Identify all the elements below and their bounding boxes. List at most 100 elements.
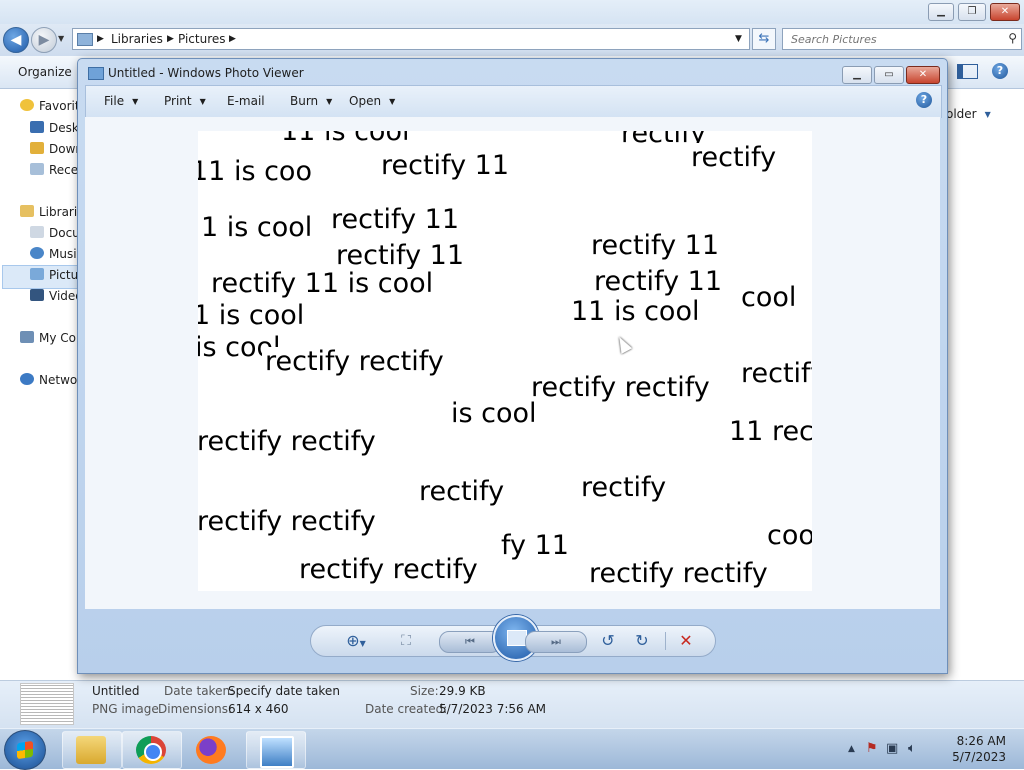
rotate-clockwise-icon[interactable]: ↻: [631, 630, 653, 652]
image-text: rectify 11 is cool: [208, 269, 437, 299]
image-text: rectify rectify: [262, 347, 447, 377]
viewer-menu-bar: File ▼ Print ▼ E-mail Burn ▼ Open ▼ ?: [85, 85, 942, 118]
explorer-title-bar: ▁ ❐ ✕: [0, 0, 1024, 24]
chevron-down-icon: ▼: [132, 97, 139, 106]
chrome-icon: [136, 736, 166, 764]
previous-button[interactable]: ⏮: [439, 631, 501, 653]
start-button[interactable]: [4, 730, 46, 770]
show-hidden-icons-icon[interactable]: ▲: [848, 744, 855, 754]
menu-open[interactable]: Open ▼: [349, 94, 395, 108]
minimize-button[interactable]: ▁: [928, 3, 954, 21]
image-text: rectify 11: [333, 241, 467, 271]
nav-documents[interactable]: Docu: [30, 226, 80, 244]
refresh-icon[interactable]: ⇆: [752, 28, 776, 50]
viewer-control-bar: ⊕▼ ⛶ ⏮ ⏭ ↺ ↻ ✕: [310, 615, 716, 661]
nav-videos[interactable]: Video: [30, 289, 83, 307]
breadcrumb-libraries[interactable]: Libraries: [111, 32, 163, 46]
music-icon: [30, 247, 44, 259]
zoom-icon[interactable]: ⊕▼: [339, 630, 373, 652]
image-text: 11 is coo: [198, 157, 315, 187]
navigation-pane: Favorit Deskt Down Rece Librarie Docu Mu…: [0, 89, 85, 679]
address-row: ◀ ▶ ▼ ▶ Libraries ▶ Pictures ▶ ▼ ⇆ ⚲: [0, 24, 1024, 56]
taskbar: ▲ ⚑ ▣ 🔈︎ 8:26 AM 5/7/2023: [0, 728, 1024, 770]
breadcrumb-separator-icon[interactable]: ▶: [167, 34, 174, 44]
control-divider: [665, 632, 666, 650]
minimize-button[interactable]: ▁: [842, 66, 872, 84]
image-text: fy 11: [498, 531, 572, 561]
file-thumbnail: [20, 683, 74, 725]
nav-libraries[interactable]: Librarie: [20, 205, 85, 223]
nav-recent[interactable]: Rece: [30, 163, 78, 181]
actual-size-icon[interactable]: ⛶: [395, 630, 417, 652]
nav-music[interactable]: Musi: [30, 247, 77, 265]
breadcrumb-separator-icon[interactable]: ▶: [97, 34, 104, 44]
breadcrumb-pictures[interactable]: Pictures: [178, 32, 226, 46]
windows-logo-icon: [17, 740, 33, 760]
nav-downloads[interactable]: Down: [30, 142, 83, 160]
menu-email[interactable]: E-mail: [227, 94, 265, 108]
videos-icon: [30, 289, 44, 301]
help-icon[interactable]: ?: [992, 63, 1008, 79]
taskbar-chrome[interactable]: [122, 731, 182, 769]
date-created-value: 5/7/2023 7:56 AM: [439, 702, 547, 716]
nav-pictures[interactable]: Pictu: [30, 268, 78, 286]
preview-pane-icon[interactable]: [957, 64, 978, 79]
network-icon: [20, 373, 34, 385]
nav-desktop[interactable]: Deskt: [30, 121, 84, 139]
recent-pages-dropdown-icon[interactable]: ▼: [58, 34, 64, 43]
close-button[interactable]: ✕: [990, 3, 1020, 21]
nav-network[interactable]: Netwo: [20, 373, 77, 391]
desktop-icon: [30, 121, 44, 133]
clock-date[interactable]: 5/7/2023: [952, 750, 1006, 764]
search-icon[interactable]: ⚲: [1008, 31, 1017, 45]
folder-icon: [77, 33, 93, 46]
pictures-icon: [30, 268, 44, 280]
displayed-image: 11 is cool rectify rectify 11 rectify 11…: [198, 131, 812, 591]
maximize-button[interactable]: ❐: [958, 3, 986, 21]
chevron-down-icon: ▼: [326, 97, 333, 106]
menu-burn[interactable]: Burn ▼: [290, 94, 332, 108]
nav-favorites[interactable]: Favorit: [20, 99, 80, 117]
search-input[interactable]: [789, 29, 1003, 49]
image-text: rectify rectify: [296, 555, 481, 585]
delete-icon[interactable]: ✕: [675, 630, 697, 652]
dimensions-label: Dimensions:: [158, 702, 233, 716]
network-icon[interactable]: ▣: [886, 741, 898, 756]
menu-print[interactable]: Print ▼: [164, 94, 206, 108]
address-dropdown-icon[interactable]: ▼: [735, 34, 742, 44]
image-text: rectify: [688, 143, 780, 173]
new-folder-button[interactable]: older ▼: [946, 107, 991, 121]
address-bar[interactable]: ▶ Libraries ▶ Pictures ▶ ▼: [72, 28, 750, 50]
image-text: 11 is cool: [568, 297, 703, 327]
image-text: rectify rectify: [528, 373, 713, 403]
action-center-flag-icon[interactable]: ⚑: [866, 741, 878, 756]
image-text: cool: [738, 283, 800, 313]
taskbar-explorer[interactable]: [62, 731, 122, 769]
libraries-icon: [20, 205, 34, 217]
help-icon[interactable]: ?: [916, 92, 932, 108]
back-button[interactable]: ◀: [3, 27, 29, 53]
menu-file[interactable]: File ▼: [104, 94, 138, 108]
forward-button[interactable]: ▶: [31, 27, 57, 53]
taskbar-photo-viewer[interactable]: [246, 731, 306, 769]
computer-icon: [20, 331, 34, 343]
size-value: 29.9 KB: [439, 684, 486, 698]
search-box[interactable]: ⚲: [782, 28, 1022, 50]
close-button[interactable]: ✕: [906, 66, 940, 84]
documents-icon: [30, 226, 44, 238]
date-taken-label: Date taken:: [164, 684, 235, 698]
image-text: rectify: [738, 359, 812, 389]
next-button[interactable]: ⏭: [525, 631, 587, 653]
clock-time[interactable]: 8:26 AM: [957, 734, 1006, 748]
organize-button[interactable]: Organize▼: [18, 65, 86, 79]
star-icon: [20, 99, 34, 111]
taskbar-firefox[interactable]: [182, 731, 242, 769]
maximize-button[interactable]: ▭: [874, 66, 904, 84]
slideshow-icon: [507, 630, 527, 646]
nav-computer[interactable]: My Co: [20, 331, 76, 349]
image-text: rectify 11: [328, 205, 462, 235]
rotate-counterclockwise-icon[interactable]: ↺: [597, 630, 619, 652]
date-taken-value[interactable]: Specify date taken: [228, 684, 340, 698]
breadcrumb-separator-icon[interactable]: ▶: [229, 34, 236, 44]
volume-icon[interactable]: 🔈︎: [908, 741, 916, 756]
